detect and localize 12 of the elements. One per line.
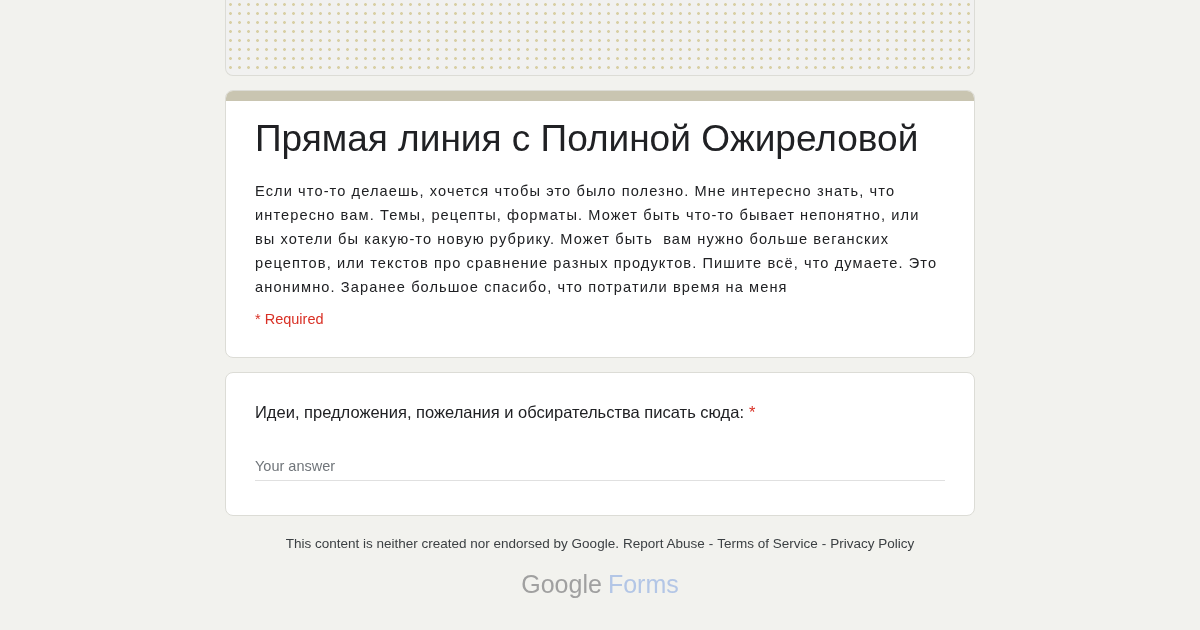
required-note: * Required xyxy=(255,311,325,327)
form-title: Прямая линия с Полиной Ожиреловой xyxy=(255,117,920,161)
question-label: Идеи, предложения, пожелания и обсирательства писать сюда: xyxy=(255,403,744,422)
footer-link[interactable]: Report Abuse xyxy=(622,536,705,551)
separator-text: - xyxy=(708,536,714,551)
form-description: Если что-то делаешь, хочется чтобы это было полезно. Мне интересно знать, что интересно вам. Темы, рецепты, форматы. Может быть что-то бывает непонятно, или вы хотели бы какую-то новую рубрику. Может быть вам нужно больше веганских рецептов, или текстов про сравнение разных продуктов. Пишите всё, что думаете. Это анонимно. Заранее большое спасибо, что потратили время на меня xyxy=(255,182,939,297)
footer-link[interactable]: Privacy Policy xyxy=(830,536,915,551)
required-asterisk: * xyxy=(749,403,756,422)
separator-text: - xyxy=(821,536,827,551)
answer-field[interactable]: Your answer xyxy=(255,454,945,481)
disclaimer-text: This content is neither created nor endorsed by Google. xyxy=(285,536,619,551)
footer-link[interactable]: Terms of Service xyxy=(717,536,818,551)
